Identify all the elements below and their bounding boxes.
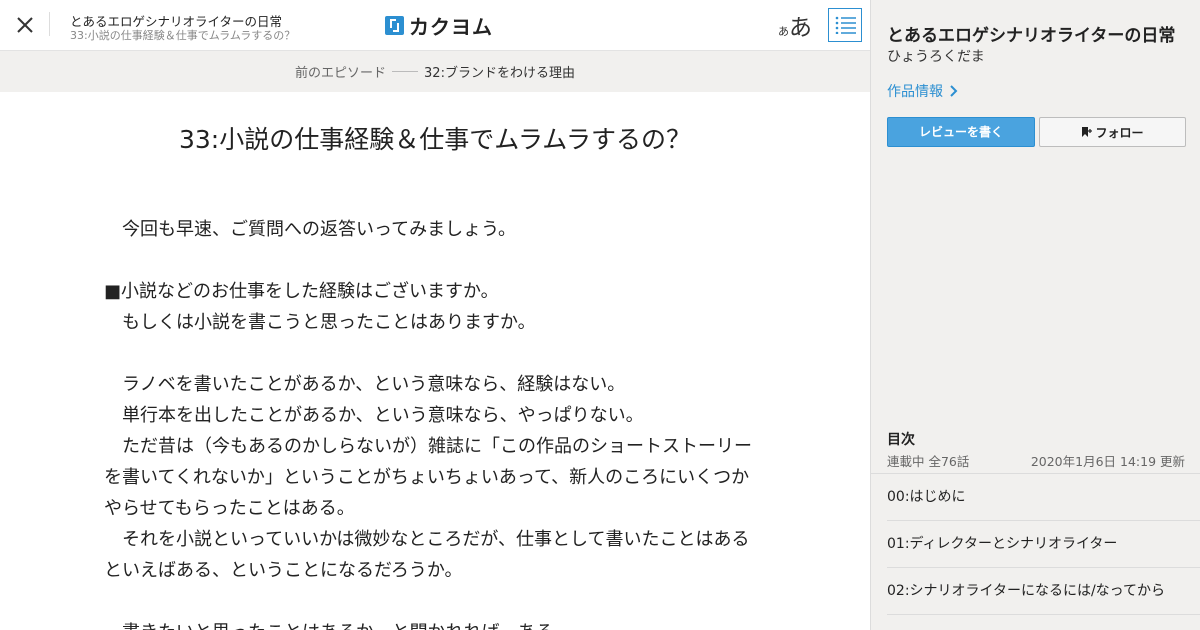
- episode-heading: 33:小説の仕事経験＆仕事でムラムラするの？: [179, 125, 691, 154]
- bookmark-plus-icon: [1082, 127, 1093, 137]
- font-size-small-glyph: あ: [778, 25, 789, 38]
- toc-updated: 2020年1月6日 14:19 更新: [1030, 454, 1185, 469]
- body-paragraph: を書いてくれないか」ということがちょいちょいあって、新人のころにいくつか: [104, 467, 750, 488]
- body-paragraph: やらせてもらったことはある。: [104, 498, 355, 519]
- sidebar-author-link[interactable]: ひょうろくだま: [887, 46, 985, 66]
- kakuyomu-logo[interactable]: カクヨム: [385, 12, 493, 39]
- prev-episode-label[interactable]: 前のエピソード: [295, 62, 386, 81]
- toc-item[interactable]: 02:シナリオライターになるには/なってから: [887, 568, 1200, 615]
- breadcrumb-separator: [392, 71, 419, 72]
- toc-list: 00:はじめに 01:ディレクターとシナリオライター 02:シナリオライターにな…: [871, 473, 1200, 615]
- follow-label: フォロー: [1095, 125, 1144, 140]
- prev-episode-link[interactable]: 32:ブランドをわける理由: [424, 62, 575, 81]
- logo-text: カクヨム: [409, 14, 493, 39]
- body-paragraph: 書きたいと思ったことはあるか、と聞かれれば、ある。: [104, 617, 764, 630]
- episode-title-small: 33:小説の仕事経験＆仕事でムラムラするの？: [70, 29, 296, 42]
- sidebar: とあるエロゲシナリオライターの日常 ひょうろくだま 作品情報 レビューを書く フ…: [870, 0, 1200, 630]
- close-icon: [17, 17, 33, 33]
- write-review-button[interactable]: レビューを書く: [887, 117, 1035, 147]
- body-paragraph: ただ昔は（今もあるのかしらないが）雑誌に「この作品のショートストーリー: [104, 436, 752, 457]
- list-icon: [835, 16, 856, 34]
- episode-body: 今回も早速、ご質問への返答いってみましょう。 ■小説などのお仕事をした経験はござい…: [104, 214, 764, 630]
- toc-status: 連載中 全76話: [887, 454, 970, 469]
- body-paragraph: 今回も早速、ご質問への返答いってみましょう。: [104, 219, 517, 240]
- font-size-big-glyph: あ: [789, 15, 812, 41]
- reader-main: とあるエロゲシナリオライターの日常 33:小説の仕事経験＆仕事でムラムラするの？…: [0, 0, 870, 630]
- toc-item[interactable]: 01:ディレクターとシナリオライター: [887, 521, 1200, 568]
- top-bar: とあるエロゲシナリオライターの日常 33:小説の仕事経験＆仕事でムラムラするの？…: [0, 0, 870, 51]
- body-paragraph: ラノベを書いたことがあるか、という意味なら、経験はない。: [104, 374, 626, 395]
- close-button[interactable]: [14, 14, 36, 36]
- body-paragraph: といえばある、ということになるだろうか。: [104, 560, 463, 581]
- toc-item[interactable]: 00:はじめに: [887, 474, 1200, 521]
- toc-toggle-button[interactable]: [828, 8, 862, 42]
- body-paragraph: [104, 586, 764, 617]
- logo-mark-icon: [385, 15, 404, 35]
- body-paragraph: ■小説などのお仕事をした経験はございますか。: [104, 281, 499, 302]
- body-paragraph: [104, 338, 764, 369]
- sidebar-work-title[interactable]: とあるエロゲシナリオライターの日常: [887, 21, 1175, 46]
- font-size-button[interactable]: あ あ: [778, 8, 812, 41]
- episode-breadcrumb: 前のエピソード 32:ブランドをわける理由: [0, 51, 870, 92]
- follow-button[interactable]: フォロー: [1039, 117, 1186, 147]
- body-paragraph: [104, 245, 764, 276]
- body-paragraph: それを小説といっていいかは微妙なところだが、仕事として書いたことはある: [104, 529, 750, 550]
- body-paragraph: もしくは小説を書こうと思ったことはありますか。: [104, 312, 536, 333]
- work-info-label: 作品情報: [887, 84, 943, 100]
- toc-heading: 目次: [887, 432, 915, 448]
- chevron-right-icon: [950, 85, 958, 97]
- top-divider: [49, 12, 50, 36]
- body-paragraph: 単行本を出したことがあるか、という意味なら、やっぱりない。: [104, 405, 644, 426]
- work-info-link[interactable]: 作品情報: [887, 81, 958, 101]
